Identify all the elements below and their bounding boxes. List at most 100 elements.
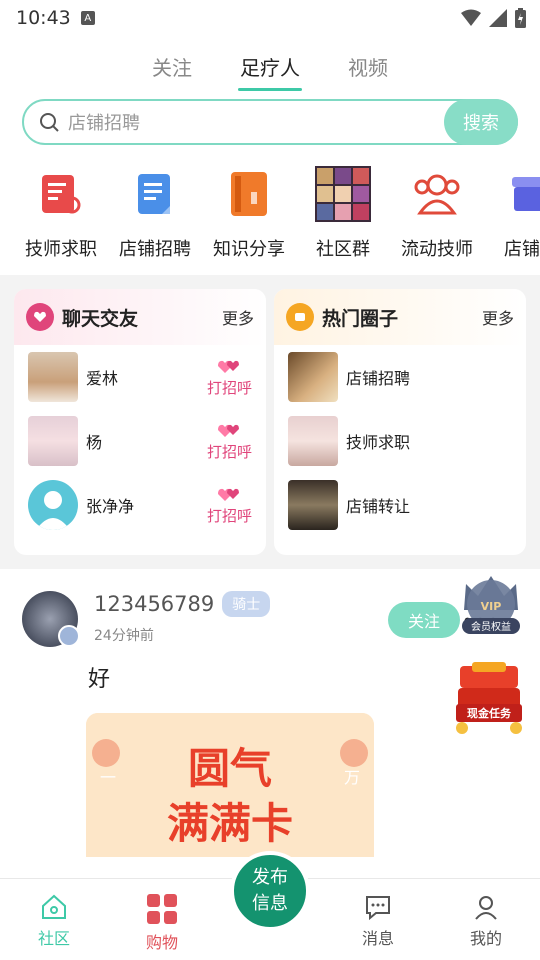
- status-icons: [461, 8, 526, 28]
- circle-row[interactable]: 店铺招聘: [274, 345, 526, 409]
- circle-flame-icon: [286, 303, 314, 331]
- greet-button[interactable]: 打招呼: [207, 485, 252, 526]
- circle-row[interactable]: 技师求职: [274, 409, 526, 473]
- signal-icon: [489, 9, 507, 27]
- circle-thumbnail: [288, 352, 338, 402]
- search-bar[interactable]: 店铺招聘 搜索: [22, 99, 518, 145]
- chat-card-header: 聊天交友 更多: [14, 289, 266, 345]
- post-username[interactable]: 123456789: [94, 592, 214, 616]
- promo-subtitle: 满满卡: [167, 799, 293, 848]
- wifi-icon: [461, 9, 481, 26]
- greet-label: 打招呼: [206, 442, 252, 461]
- nav-community[interactable]: 社区: [0, 879, 108, 960]
- treasure-chest-icon: 现金任务: [456, 662, 522, 734]
- publish-button[interactable]: 发布 信息: [230, 851, 310, 931]
- publish-line1: 发布: [252, 867, 288, 888]
- chat-user-name: 杨: [86, 433, 103, 452]
- chat-row[interactable]: 杨 打招呼: [14, 409, 266, 473]
- chat-card: 聊天交友 更多 爱林 打招呼 杨 打招呼 张净净 打招呼: [14, 289, 266, 555]
- category-mobile-technician[interactable]: 流动技师: [390, 165, 484, 275]
- level-badge-icon: [58, 625, 80, 647]
- resume-icon: [32, 165, 90, 223]
- hearts-icon: [218, 360, 240, 373]
- category-label: 店铺招聘: [119, 239, 191, 260]
- status-bar: 10:43 A: [0, 0, 540, 36]
- avatar: [28, 480, 78, 530]
- promo-title: 圆气: [188, 744, 272, 793]
- nav-me[interactable]: 我的: [432, 879, 540, 960]
- category-label: 技师求职: [25, 239, 97, 260]
- circle-more-link[interactable]: 更多: [482, 305, 514, 329]
- tab-footcare[interactable]: 足疗人: [238, 52, 302, 91]
- greet-button[interactable]: 打招呼: [207, 357, 252, 398]
- battery-icon: [515, 8, 526, 28]
- book-icon: [220, 165, 278, 223]
- circle-name: 店铺招聘: [346, 369, 411, 388]
- nav-publish-slot: 发布 信息: [216, 851, 324, 960]
- people-icon: [408, 165, 466, 223]
- nav-messages-label: 消息: [361, 929, 394, 948]
- svg-text:VIP: VIP: [481, 600, 502, 613]
- chat-user-name: 爱林: [86, 369, 119, 388]
- category-shop-transfer[interactable]: 店铺转: [484, 165, 540, 275]
- greet-label: 打招呼: [206, 378, 252, 397]
- cash-task-badge[interactable]: 现金任务: [452, 660, 526, 738]
- follow-button[interactable]: 关注: [388, 602, 460, 638]
- chat-row[interactable]: 张净净 打招呼: [14, 473, 266, 537]
- user-level-badge: 骑士: [222, 591, 271, 617]
- promo-right-text: 万: [344, 768, 360, 787]
- category-label: 知识分享: [213, 239, 285, 260]
- greet-label: 打招呼: [206, 506, 252, 525]
- post-image[interactable]: 圆气 满满卡 一 万: [86, 713, 374, 857]
- tab-video[interactable]: 视频: [348, 52, 388, 91]
- circle-card-title: 热门圈子: [322, 307, 399, 330]
- category-shop-recruit[interactable]: 店铺招聘: [108, 165, 202, 275]
- cash-task-label: 现金任务: [467, 706, 512, 720]
- circle-name: 技师求职: [346, 433, 411, 452]
- hearts-icon: [218, 488, 240, 501]
- post-username-row: 123456789 骑士: [94, 591, 271, 617]
- chat-more-link[interactable]: 更多: [222, 305, 254, 329]
- category-technician-job[interactable]: 技师求职: [14, 165, 108, 275]
- document-icon: [126, 165, 184, 223]
- circle-row[interactable]: 店铺转让: [274, 473, 526, 537]
- circle-thumbnail: [288, 416, 338, 466]
- nav-messages[interactable]: 消息: [324, 879, 432, 960]
- chat-user-name: 张净净: [86, 497, 135, 516]
- category-knowledge[interactable]: 知识分享: [202, 165, 296, 275]
- chat-bubble-icon: [366, 896, 390, 921]
- promo-card-graphic: 圆气 满满卡 一 万: [86, 713, 374, 857]
- vip-crown-icon: VIP 会员权益: [462, 576, 520, 634]
- publish-line2: 信息: [252, 893, 288, 914]
- vip-benefits-badge[interactable]: VIP 会员权益: [456, 570, 526, 636]
- chat-heart-icon: [26, 303, 54, 331]
- category-community-group[interactable]: 社区群: [296, 165, 390, 275]
- category-row: 技师求职 店铺招聘 知识分享 社区群 流动技师 店铺转: [0, 165, 540, 275]
- greet-button[interactable]: 打招呼: [207, 421, 252, 462]
- circle-card: 热门圈子 更多 店铺招聘 技师求职 店铺转让: [274, 289, 526, 555]
- hearts-icon: [218, 424, 240, 437]
- vip-label: 会员权益: [471, 620, 511, 633]
- circle-card-header: 热门圈子 更多: [274, 289, 526, 345]
- search-icon: [40, 113, 59, 132]
- feature-cards: 聊天交友 更多 爱林 打招呼 杨 打招呼 张净净 打招呼 热门圈子 更多 店铺招…: [0, 289, 540, 569]
- nav-me-label: 我的: [469, 929, 502, 948]
- nav-shop[interactable]: 购物: [108, 879, 216, 960]
- category-label: 社区群: [316, 239, 370, 260]
- category-label: 店铺转: [504, 239, 540, 260]
- avatar[interactable]: [22, 591, 80, 647]
- post-meta: 123456789 骑士 24分钟前: [94, 591, 271, 645]
- nav-community-label: 社区: [37, 929, 70, 948]
- user-icon: [475, 896, 497, 920]
- chat-row[interactable]: 爱林 打招呼: [14, 345, 266, 409]
- bottom-nav: 社区 购物 发布 信息 消息 我的: [0, 851, 540, 960]
- search-button[interactable]: 搜索: [444, 99, 518, 145]
- group-photo-icon: [314, 165, 372, 223]
- section-gap: [0, 275, 540, 289]
- status-time: 10:43: [16, 7, 71, 29]
- home-icon: [42, 894, 66, 919]
- tab-follow[interactable]: 关注: [152, 52, 192, 91]
- grid-icon: [147, 894, 177, 924]
- shop-icon: [502, 165, 540, 223]
- category-label: 流动技师: [401, 239, 473, 260]
